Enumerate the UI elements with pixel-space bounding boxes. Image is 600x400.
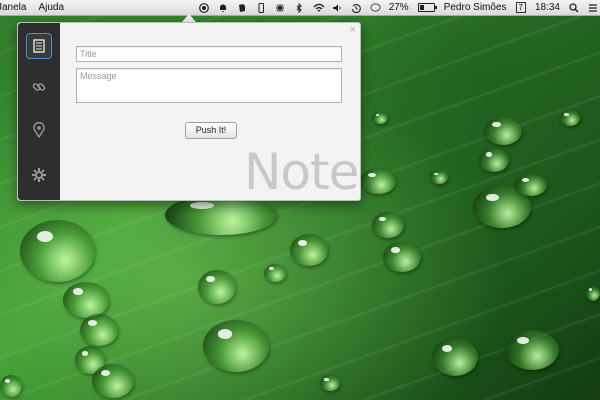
close-icon[interactable]: × bbox=[350, 24, 356, 36]
search-icon[interactable] bbox=[569, 2, 579, 13]
location-icon bbox=[33, 122, 45, 138]
battery-icon[interactable] bbox=[417, 3, 437, 12]
sidebar-item-link[interactable] bbox=[27, 75, 51, 99]
popover-arrow bbox=[182, 14, 196, 22]
phone-icon[interactable] bbox=[256, 2, 266, 13]
bell-icon[interactable] bbox=[218, 3, 228, 13]
evernote-icon[interactable] bbox=[237, 3, 247, 13]
menu-ajuda[interactable]: Ajuda bbox=[38, 2, 64, 13]
note-watermark: Note bbox=[244, 143, 359, 201]
message-textarea[interactable]: Message bbox=[76, 68, 342, 103]
popover-sidebar bbox=[18, 23, 60, 200]
note-icon bbox=[33, 39, 45, 53]
clock-time[interactable]: 18:34 bbox=[535, 2, 560, 13]
gadget-icon[interactable] bbox=[275, 3, 285, 13]
volume-icon[interactable] bbox=[332, 3, 342, 13]
push-it-button[interactable]: Push It! bbox=[185, 122, 237, 139]
sidebar-item-location[interactable] bbox=[27, 118, 51, 142]
calendar-icon[interactable]: 7 bbox=[515, 2, 526, 13]
user-name[interactable]: Pedro Simões bbox=[444, 2, 507, 13]
battery-percent[interactable]: 27% bbox=[389, 2, 409, 13]
bluetooth-icon[interactable] bbox=[294, 2, 304, 13]
chat-icon[interactable] bbox=[370, 2, 381, 13]
pushbullet-icon[interactable] bbox=[198, 2, 209, 13]
menu-janela[interactable]: Janela bbox=[0, 2, 26, 13]
menu-bar: Janela Ajuda 27% bbox=[0, 0, 600, 16]
sidebar-item-note[interactable] bbox=[26, 33, 52, 59]
link-icon bbox=[32, 83, 46, 91]
settings-icon bbox=[32, 168, 46, 182]
sidebar-item-settings[interactable] bbox=[27, 163, 51, 187]
list-icon[interactable] bbox=[588, 3, 598, 13]
title-input[interactable]: Title bbox=[76, 46, 342, 62]
note-popover: × Title Message Push It! Note bbox=[17, 22, 361, 201]
time-machine-icon[interactable] bbox=[351, 3, 361, 13]
wifi-icon[interactable] bbox=[313, 3, 325, 13]
